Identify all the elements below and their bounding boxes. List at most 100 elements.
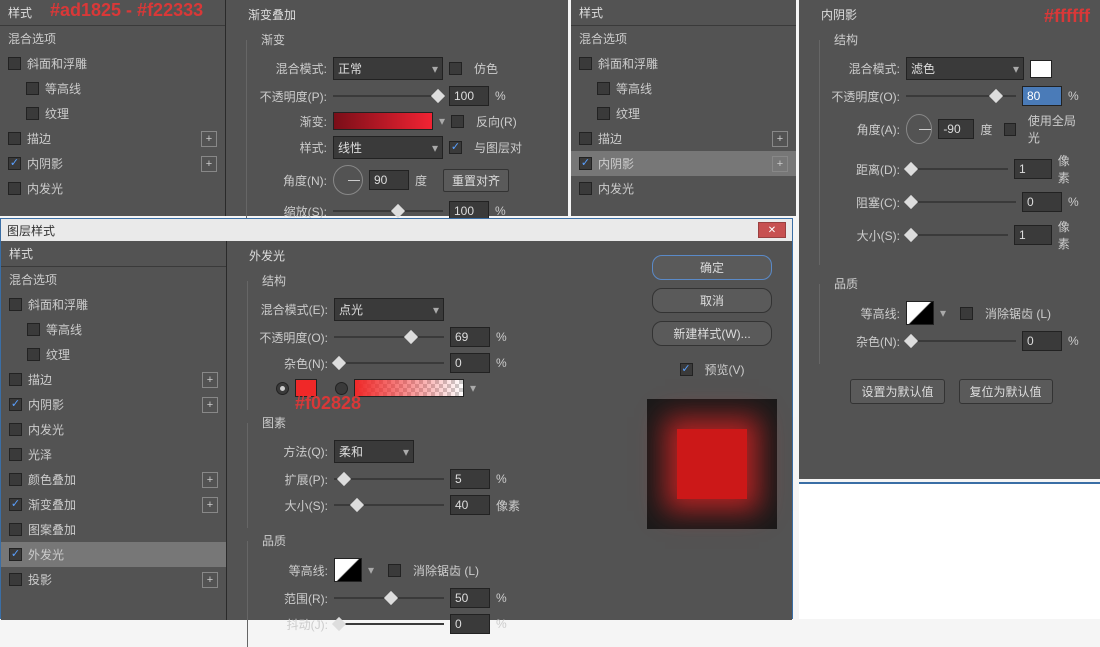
- opacity-slider[interactable]: [333, 89, 443, 103]
- angle-input[interactable]: -90: [938, 119, 974, 139]
- style-inner-glow[interactable]: 内发光: [0, 176, 225, 201]
- style-bevel[interactable]: 斜面和浮雕: [571, 51, 796, 76]
- noise-input[interactable]: 0: [450, 353, 490, 373]
- color-radio[interactable]: [276, 382, 289, 395]
- ok-button[interactable]: 确定: [652, 255, 772, 280]
- style-sheen[interactable]: 光泽: [1, 442, 226, 467]
- blend-options[interactable]: 混合选项: [1, 267, 226, 292]
- style-stroke[interactable]: 描边+: [571, 126, 796, 151]
- jitter-slider[interactable]: [334, 617, 444, 631]
- style-contour[interactable]: 等高线: [0, 76, 225, 101]
- noise-slider[interactable]: [906, 334, 1016, 348]
- range-slider[interactable]: [334, 591, 444, 605]
- checkbox[interactable]: [8, 182, 21, 195]
- plus-icon[interactable]: +: [202, 497, 218, 513]
- style-texture[interactable]: 纹理: [1, 342, 226, 367]
- choke-slider[interactable]: [906, 195, 1016, 209]
- checkbox[interactable]: [8, 132, 21, 145]
- checkbox[interactable]: [9, 473, 22, 486]
- contour-picker[interactable]: [334, 558, 362, 582]
- checkbox[interactable]: [579, 132, 592, 145]
- style-stroke[interactable]: 描边+: [1, 367, 226, 392]
- checkbox[interactable]: [26, 107, 39, 120]
- checkbox[interactable]: [9, 373, 22, 386]
- align-layer-checkbox[interactable]: [449, 141, 462, 154]
- style-inner-shadow[interactable]: 内阴影+: [571, 151, 796, 176]
- gradient-swatch[interactable]: [354, 379, 464, 397]
- gradient-swatch[interactable]: [333, 112, 433, 130]
- reset-align-button[interactable]: 重置对齐: [443, 169, 509, 192]
- set-default-button[interactable]: 设置为默认值: [850, 379, 944, 404]
- style-select[interactable]: 线性: [333, 136, 443, 159]
- checkbox[interactable]: [9, 398, 22, 411]
- checkbox[interactable]: [597, 107, 610, 120]
- title-bar[interactable]: 图层样式 ✕: [1, 219, 792, 241]
- style-inner-shadow[interactable]: 内阴影+: [0, 151, 225, 176]
- angle-input[interactable]: 90: [369, 170, 409, 190]
- style-stroke[interactable]: 描边+: [0, 126, 225, 151]
- plus-icon[interactable]: +: [202, 397, 218, 413]
- checkbox[interactable]: [9, 298, 22, 311]
- plus-icon[interactable]: +: [202, 372, 218, 388]
- scale-slider[interactable]: [333, 204, 443, 218]
- style-contour[interactable]: 等高线: [1, 317, 226, 342]
- style-gradient-overlay[interactable]: 渐变叠加+: [1, 492, 226, 517]
- blend-mode-select[interactable]: 滤色: [906, 57, 1024, 80]
- noise-input[interactable]: 0: [1022, 331, 1062, 351]
- anti-alias-checkbox[interactable]: [960, 307, 973, 320]
- anti-alias-checkbox[interactable]: [388, 564, 401, 577]
- plus-icon[interactable]: +: [201, 131, 217, 147]
- style-texture[interactable]: 纹理: [571, 101, 796, 126]
- checkbox[interactable]: [579, 57, 592, 70]
- style-bevel[interactable]: 斜面和浮雕: [1, 292, 226, 317]
- cancel-button[interactable]: 取消: [652, 288, 772, 313]
- style-bevel[interactable]: 斜面和浮雕: [0, 51, 225, 76]
- contour-picker[interactable]: [906, 301, 934, 325]
- style-drop-shadow[interactable]: 投影+: [1, 567, 226, 592]
- technique-select[interactable]: 柔和: [334, 440, 414, 463]
- checkbox[interactable]: [26, 82, 39, 95]
- close-icon[interactable]: ✕: [758, 222, 786, 238]
- noise-slider[interactable]: [334, 356, 444, 370]
- dither-checkbox[interactable]: [449, 62, 462, 75]
- plus-icon[interactable]: +: [202, 472, 218, 488]
- checkbox[interactable]: [9, 423, 22, 436]
- angle-dial[interactable]: [333, 165, 363, 195]
- size-slider[interactable]: [334, 498, 444, 512]
- style-inner-glow[interactable]: 内发光: [571, 176, 796, 201]
- spread-input[interactable]: 5: [450, 469, 490, 489]
- reset-default-button[interactable]: 复位为默认值: [959, 379, 1053, 404]
- angle-dial[interactable]: [906, 114, 932, 144]
- checkbox[interactable]: [8, 157, 21, 170]
- checkbox[interactable]: [9, 523, 22, 536]
- checkbox[interactable]: [9, 498, 22, 511]
- checkbox[interactable]: [9, 448, 22, 461]
- style-texture[interactable]: 纹理: [0, 101, 225, 126]
- checkbox[interactable]: [8, 57, 21, 70]
- checkbox[interactable]: [579, 157, 592, 170]
- opacity-input[interactable]: 100: [449, 86, 489, 106]
- spread-slider[interactable]: [334, 472, 444, 486]
- checkbox[interactable]: [27, 323, 40, 336]
- opacity-input[interactable]: 80: [1022, 86, 1062, 106]
- plus-icon[interactable]: +: [201, 156, 217, 172]
- range-input[interactable]: 50: [450, 588, 490, 608]
- distance-slider[interactable]: [906, 162, 1008, 176]
- size-input[interactable]: 40: [450, 495, 490, 515]
- global-light-checkbox[interactable]: [1004, 123, 1016, 136]
- checkbox[interactable]: [9, 573, 22, 586]
- opacity-input[interactable]: 69: [450, 327, 490, 347]
- plus-icon[interactable]: +: [772, 156, 788, 172]
- style-inner-glow[interactable]: 内发光: [1, 417, 226, 442]
- checkbox[interactable]: [27, 348, 40, 361]
- blend-mode-select[interactable]: 正常: [333, 57, 443, 80]
- style-contour[interactable]: 等高线: [571, 76, 796, 101]
- style-inner-shadow[interactable]: 内阴影+: [1, 392, 226, 417]
- size-input[interactable]: 1: [1014, 225, 1052, 245]
- checkbox[interactable]: [9, 548, 22, 561]
- reverse-checkbox[interactable]: [451, 115, 464, 128]
- checkbox[interactable]: [597, 82, 610, 95]
- opacity-slider[interactable]: [334, 330, 444, 344]
- blend-mode-select[interactable]: 点光: [334, 298, 444, 321]
- choke-input[interactable]: 0: [1022, 192, 1062, 212]
